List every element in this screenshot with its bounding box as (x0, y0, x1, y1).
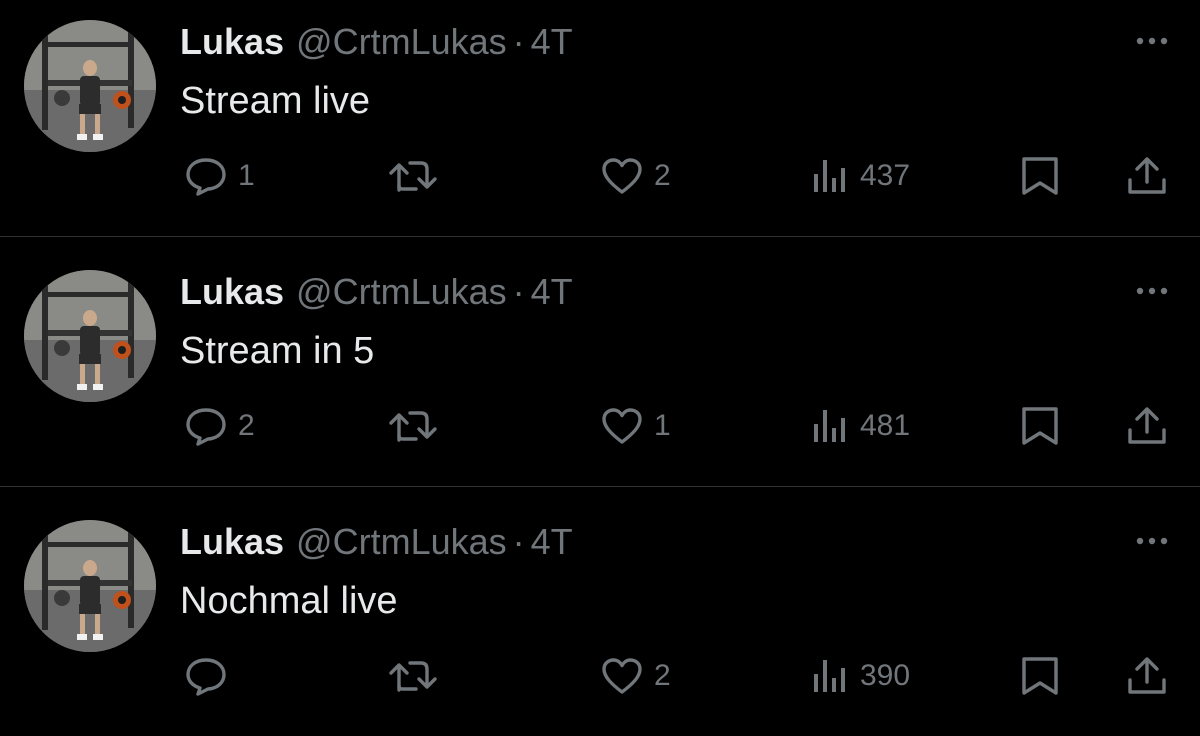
reply-icon (184, 156, 228, 196)
like-count: 2 (654, 659, 671, 692)
reply-button[interactable] (184, 656, 238, 696)
views-chart-icon (810, 406, 850, 446)
author-name[interactable]: Lukas (180, 21, 284, 62)
like-button[interactable]: 1 (600, 406, 671, 446)
bookmark-button[interactable] (1020, 656, 1060, 696)
like-count: 1 (654, 409, 671, 442)
heart-icon (600, 156, 644, 196)
retweet-button[interactable] (388, 656, 448, 696)
retweet-icon (388, 656, 438, 696)
avatar[interactable] (24, 520, 156, 652)
tweet-header: Lukas @CrtmLukas · 4T (180, 520, 573, 564)
more-dots-icon[interactable] (1132, 530, 1172, 552)
retweet-icon (388, 156, 438, 196)
more-dots-icon[interactable] (1132, 30, 1172, 52)
tweet[interactable]: Lukas @CrtmLukas · 4T Stream in 5 2 1 48… (0, 250, 1200, 486)
views-count: 390 (860, 659, 911, 692)
more-dots-icon[interactable] (1132, 280, 1172, 302)
views-count: 437 (860, 159, 911, 192)
retweet-button[interactable] (388, 156, 448, 196)
views-button[interactable]: 481 (810, 406, 910, 446)
like-button[interactable]: 2 (600, 156, 671, 196)
views-chart-icon (810, 156, 850, 196)
like-count: 2 (654, 159, 671, 192)
views-button[interactable]: 437 (810, 156, 910, 196)
tweet[interactable]: Lukas @CrtmLukas · 4T Stream live 1 2 43… (0, 0, 1200, 236)
divider (0, 486, 1200, 487)
reply-button[interactable]: 2 (184, 406, 255, 446)
timestamp[interactable]: 4T (531, 271, 573, 312)
tweet-header: Lukas @CrtmLukas · 4T (180, 20, 573, 64)
views-chart-icon (810, 656, 850, 696)
author-name[interactable]: Lukas (180, 521, 284, 562)
avatar[interactable] (24, 270, 156, 402)
separator-dot: · (512, 21, 525, 62)
author-handle[interactable]: @CrtmLukas (296, 271, 507, 312)
share-icon (1126, 656, 1168, 696)
separator-dot: · (512, 271, 525, 312)
reply-count: 1 (238, 159, 255, 192)
tweet-feed: Lukas @CrtmLukas · 4T Stream live 1 2 43… (0, 0, 1200, 729)
views-count: 481 (860, 409, 911, 442)
like-button[interactable]: 2 (600, 656, 671, 696)
bookmark-button[interactable] (1020, 406, 1060, 446)
tweet-text: Stream in 5 (180, 330, 375, 372)
tweet-text: Stream live (180, 80, 371, 122)
heart-icon (600, 656, 644, 696)
reply-count: 2 (238, 409, 255, 442)
tweet-header: Lukas @CrtmLukas · 4T (180, 270, 573, 314)
reply-icon (184, 656, 228, 696)
author-handle[interactable]: @CrtmLukas (296, 521, 507, 562)
author-name[interactable]: Lukas (180, 271, 284, 312)
retweet-icon (388, 406, 438, 446)
separator-dot: · (512, 521, 525, 562)
timestamp[interactable]: 4T (531, 21, 573, 62)
share-icon (1126, 156, 1168, 196)
views-button[interactable]: 390 (810, 656, 910, 696)
avatar[interactable] (24, 20, 156, 152)
share-button[interactable] (1126, 656, 1168, 696)
retweet-button[interactable] (388, 406, 448, 446)
timestamp[interactable]: 4T (531, 521, 573, 562)
share-button[interactable] (1126, 156, 1168, 196)
bookmark-icon (1020, 156, 1060, 196)
bookmark-icon (1020, 656, 1060, 696)
heart-icon (600, 406, 644, 446)
tweet-text: Nochmal live (180, 580, 398, 622)
reply-icon (184, 406, 228, 446)
tweet[interactable]: Lukas @CrtmLukas · 4T Nochmal live 2 390 (0, 500, 1200, 736)
author-handle[interactable]: @CrtmLukas (296, 21, 507, 62)
share-icon (1126, 406, 1168, 446)
share-button[interactable] (1126, 406, 1168, 446)
bookmark-button[interactable] (1020, 156, 1060, 196)
divider (0, 236, 1200, 237)
bookmark-icon (1020, 406, 1060, 446)
reply-button[interactable]: 1 (184, 156, 255, 196)
